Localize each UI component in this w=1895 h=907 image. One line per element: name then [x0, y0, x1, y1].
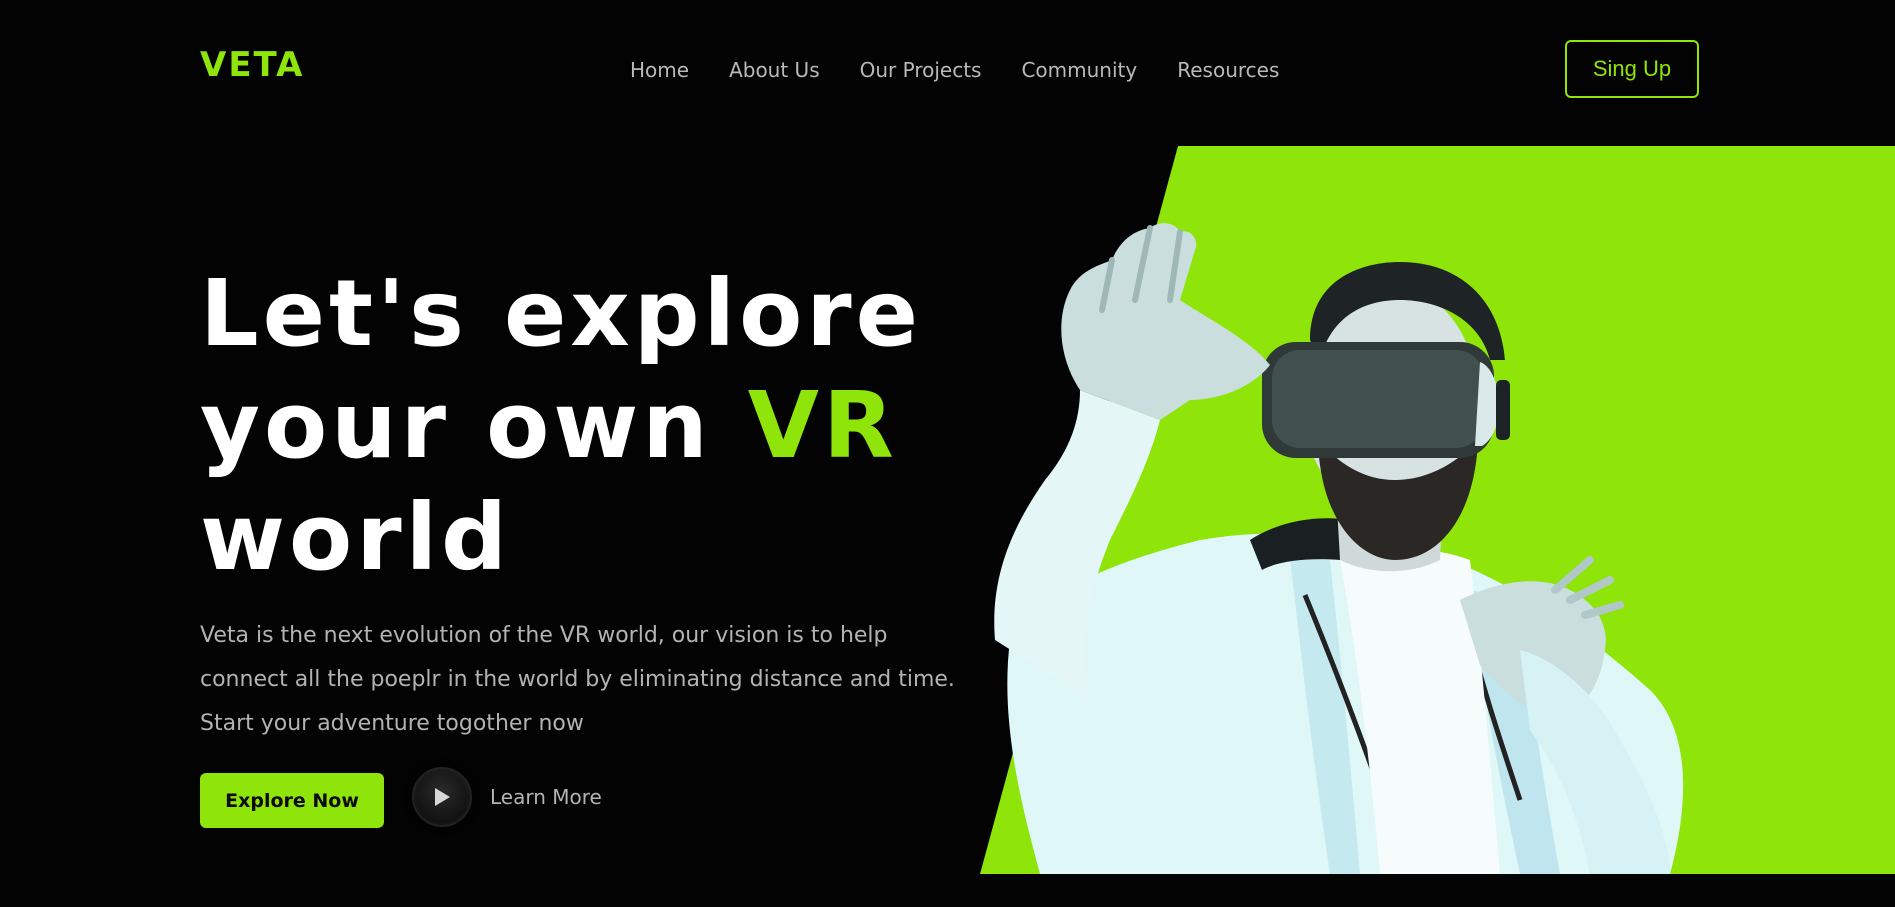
logo[interactable]: VETA — [200, 48, 304, 82]
play-icon — [435, 788, 450, 806]
headline-line-2: your own — [200, 372, 748, 479]
headline-line-3: world — [200, 484, 511, 591]
hero-description: Veta is the next evolution of the VR wor… — [200, 623, 955, 736]
nav-item-about-us[interactable]: About Us — [729, 56, 820, 84]
headline-accent: VR — [747, 372, 898, 479]
play-button[interactable] — [412, 767, 472, 827]
hero-headline: Let's explore your own VR world — [200, 258, 922, 594]
explore-now-button[interactable]: Explore Now — [200, 773, 384, 828]
learn-more-label[interactable]: Learn More — [490, 785, 602, 809]
signup-button[interactable]: Sing Up — [1565, 40, 1699, 98]
main-nav: Home About Us Our Projects Community Res… — [630, 56, 1319, 84]
headline-line-1: Let's explore — [200, 260, 923, 367]
nav-item-resources[interactable]: Resources — [1177, 56, 1279, 84]
nav-item-community[interactable]: Community — [1021, 56, 1137, 84]
learn-more-button[interactable]: Learn More — [412, 767, 602, 827]
green-panel — [980, 146, 1895, 874]
nav-item-our-projects[interactable]: Our Projects — [860, 56, 982, 84]
nav-item-home[interactable]: Home — [630, 56, 689, 84]
vr-man-image — [994, 223, 1684, 874]
